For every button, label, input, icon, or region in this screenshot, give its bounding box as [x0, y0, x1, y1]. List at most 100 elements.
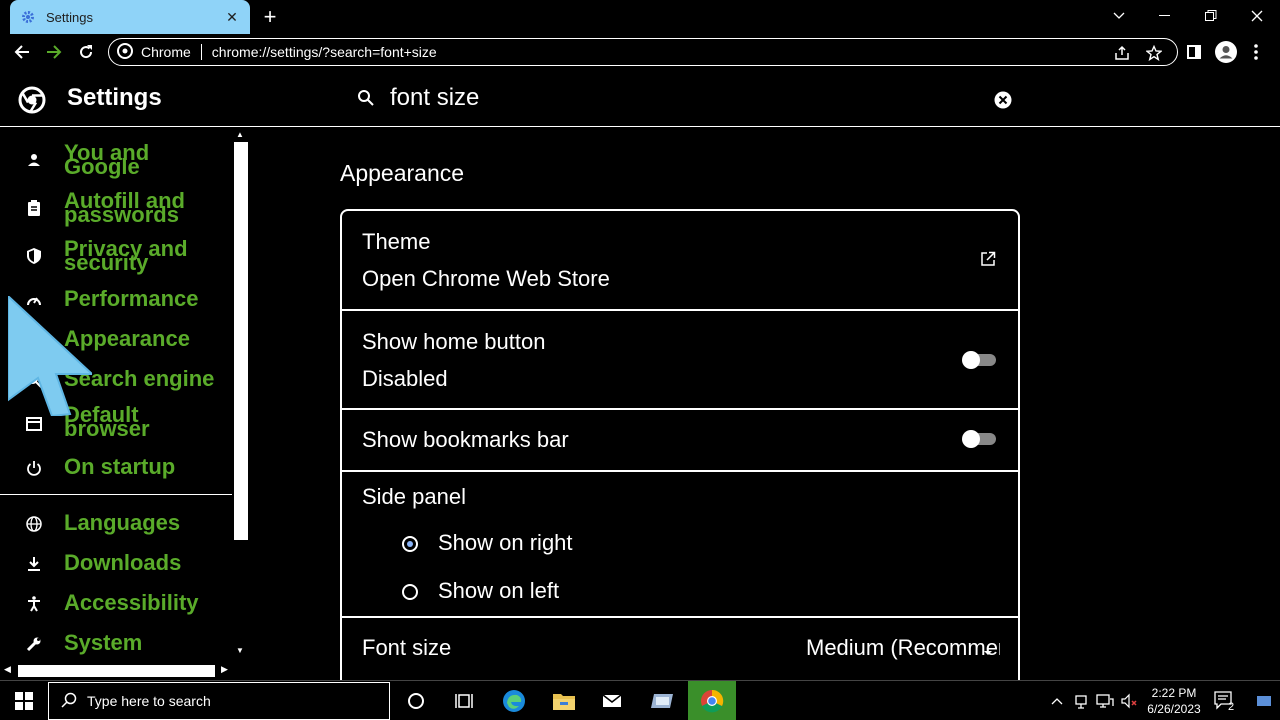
- show-desktop-icon[interactable]: [1252, 681, 1276, 720]
- network-icon[interactable]: [1094, 681, 1116, 720]
- accessibility-icon: [24, 594, 44, 614]
- dropdown-arrow-icon[interactable]: [982, 644, 996, 658]
- tab-title: Settings: [46, 9, 93, 25]
- minimize-icon[interactable]: [1142, 0, 1188, 32]
- theme-subtitle: Open Chrome Web Store: [362, 266, 610, 291]
- radio-label-show-on-left[interactable]: Show on left: [438, 578, 559, 604]
- clipboard-icon: [24, 198, 44, 218]
- home-button-toggle[interactable]: [962, 351, 996, 369]
- sidebar-item-you-and-google[interactable]: You and Google: [0, 140, 232, 179]
- scroll-right-arrow[interactable]: ▶: [221, 664, 228, 675]
- site-chip-label: Chrome: [141, 44, 191, 60]
- open-external-icon[interactable]: [980, 251, 998, 269]
- radio-show-on-right[interactable]: [402, 536, 418, 552]
- scroll-left-arrow[interactable]: ◀: [4, 664, 11, 675]
- app-window-icon[interactable]: [638, 681, 686, 720]
- profile-avatar-icon[interactable]: [1212, 38, 1240, 66]
- tab-settings[interactable]: Settings ✕: [10, 0, 250, 34]
- settings-main: Appearance Theme Open Chrome Web Store S…: [250, 128, 1264, 680]
- sidebar-item-languages[interactable]: Languages: [0, 512, 232, 536]
- power-icon: [24, 458, 44, 478]
- url-text: chrome://settings/?search=font+size: [211, 44, 437, 60]
- taskbar-search-box[interactable]: Type here to search: [48, 682, 390, 720]
- sidebar-item-label: Languages: [64, 510, 181, 535]
- home-button-subtitle: Disabled: [362, 366, 448, 391]
- taskbar-search-placeholder: Type here to search: [87, 693, 211, 709]
- new-tab-button[interactable]: +: [258, 4, 282, 29]
- mail-icon[interactable]: [588, 681, 636, 720]
- back-arrow-icon[interactable]: [8, 38, 36, 66]
- volume-muted-icon[interactable]: [1118, 681, 1140, 720]
- clock-date: 6/26/2023: [1147, 702, 1201, 716]
- sidebar-item-label: You and Google: [64, 140, 150, 179]
- taskbar-clock[interactable]: 2:22 PM 6/26/2023: [1143, 685, 1205, 717]
- font-size-title: Font size: [362, 635, 452, 660]
- search-icon: [61, 692, 77, 711]
- mouse-cursor-icon: [7, 293, 95, 418]
- gear-icon: [20, 9, 36, 25]
- address-bar[interactable]: Chrome chrome://settings/?search=font+si…: [108, 38, 1178, 66]
- page-title: Settings: [67, 84, 162, 111]
- file-explorer-icon[interactable]: [540, 681, 588, 720]
- theme-row[interactable]: Theme Open Chrome Web Store: [342, 211, 1018, 309]
- radio-label-show-on-right[interactable]: Show on right: [438, 530, 573, 556]
- sidebar-horizontal-scrollbar[interactable]: [18, 665, 215, 677]
- chrome-taskbar-icon[interactable]: [688, 681, 736, 720]
- clock-time: 2:22 PM: [1151, 686, 1197, 700]
- notification-count: 2: [1228, 701, 1235, 713]
- sidebar-item-on-startup[interactable]: On startup: [0, 456, 232, 480]
- appearance-card: Theme Open Chrome Web Store Show home bu…: [340, 209, 1020, 680]
- share-icon[interactable]: [1113, 44, 1131, 62]
- task-view-icon[interactable]: [440, 681, 488, 720]
- font-size-row: Font size Medium (Recommended): [342, 616, 1018, 680]
- sidebar-item-autofill[interactable]: Autofill and passwords: [0, 188, 232, 227]
- sidebar-item-privacy[interactable]: Privacy and security: [0, 238, 232, 274]
- sidebar-item-accessibility[interactable]: Accessibility: [0, 592, 232, 616]
- forward-arrow-icon[interactable]: [40, 38, 68, 66]
- wrench-icon: [24, 634, 44, 654]
- cortana-icon[interactable]: [392, 681, 440, 720]
- chrome-logo-icon: [117, 42, 133, 62]
- settings-header: Settings: [0, 70, 1280, 127]
- side-panel-icon[interactable]: [1180, 38, 1208, 66]
- chevron-up-icon[interactable]: [1046, 681, 1068, 720]
- tab-strip: Settings ✕ +: [0, 0, 1280, 34]
- chevron-down-icon[interactable]: [1096, 0, 1142, 32]
- radio-show-on-left[interactable]: [402, 584, 418, 600]
- scroll-up-arrow[interactable]: ▲: [236, 130, 244, 139]
- scroll-down-arrow[interactable]: ▼: [236, 646, 244, 655]
- bookmarks-bar-toggle[interactable]: [962, 430, 996, 448]
- search-icon: [357, 89, 377, 109]
- globe-icon: [24, 514, 44, 534]
- close-icon[interactable]: [1234, 0, 1280, 32]
- side-panel-row: Side panel Show on right Show on left: [342, 470, 1018, 616]
- settings-search-input[interactable]: [390, 82, 980, 114]
- close-icon[interactable]: ✕: [224, 9, 240, 25]
- kebab-menu-icon[interactable]: [1242, 38, 1270, 66]
- person-icon: [24, 150, 44, 170]
- bookmarks-bar-row: Show bookmarks bar: [342, 408, 1018, 470]
- site-info-chip[interactable]: Chrome: [117, 42, 202, 62]
- meet-now-icon[interactable]: [1070, 681, 1092, 720]
- windows-start-icon[interactable]: [0, 681, 48, 720]
- notification-center-icon[interactable]: 2: [1210, 681, 1240, 720]
- reload-icon[interactable]: [72, 38, 100, 66]
- sidebar-item-downloads[interactable]: Downloads: [0, 552, 232, 576]
- restore-icon[interactable]: [1188, 0, 1234, 32]
- browser-icon: [24, 414, 44, 434]
- bookmark-star-icon[interactable]: [1145, 44, 1163, 62]
- clear-search-icon[interactable]: [994, 91, 1012, 109]
- side-panel-title: Side panel: [362, 484, 466, 509]
- sidebar-item-label: Accessibility: [64, 590, 199, 615]
- font-size-select[interactable]: Medium (Recommended): [806, 635, 1000, 661]
- chrome-logo-icon: [18, 86, 46, 114]
- sidebar-item-label: Autofill and passwords: [64, 188, 185, 227]
- home-button-title: Show home button: [362, 329, 546, 354]
- browser-toolbar: Chrome chrome://settings/?search=font+si…: [0, 34, 1280, 70]
- edge-browser-icon[interactable]: [490, 681, 538, 720]
- sidebar-scrollbar[interactable]: [234, 142, 248, 540]
- bookmarks-bar-title: Show bookmarks bar: [362, 427, 569, 452]
- section-title: Appearance: [340, 160, 465, 186]
- sidebar-item-label: Downloads: [64, 550, 182, 575]
- sidebar-item-system[interactable]: System: [0, 632, 232, 656]
